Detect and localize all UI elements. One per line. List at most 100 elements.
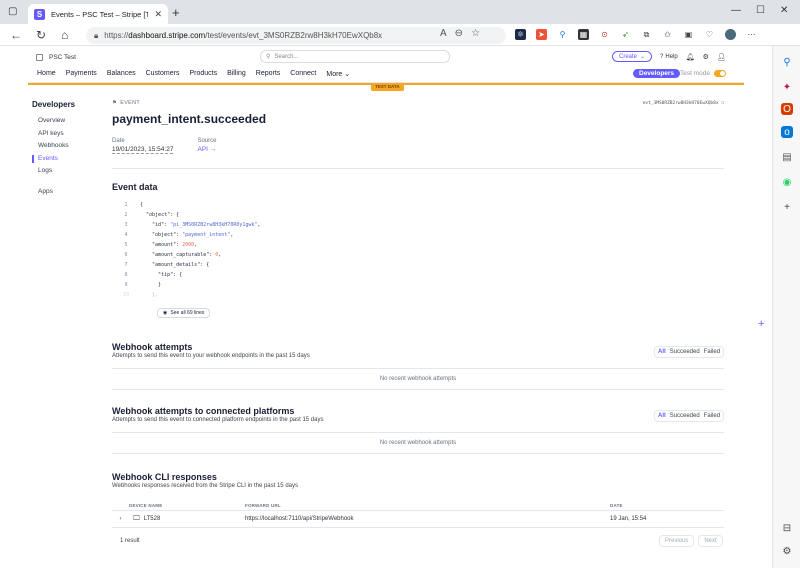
favorite-icon[interactable]: ☆	[471, 28, 480, 39]
chevron-down-icon: ⌄	[640, 54, 646, 60]
tab-title: Events – PSC Test – Stripe [Test]	[51, 9, 149, 19]
search-icon[interactable]: ⚲	[781, 56, 793, 68]
search-placeholder: Search...	[274, 53, 299, 60]
settings-icon[interactable]: ⚙	[703, 53, 709, 61]
response-date: 19 Jan, 15:54	[610, 516, 647, 522]
window-close-icon[interactable]: ✕	[780, 5, 788, 16]
date-label: Date	[112, 138, 125, 144]
back-icon[interactable]: ←	[10, 28, 22, 42]
code-line: 9 }	[112, 280, 442, 290]
nav-reports[interactable]: Reports	[256, 70, 281, 78]
url-prefix: https://	[104, 31, 129, 40]
sidebar-item-events[interactable]: Events	[32, 153, 75, 166]
account-icon	[36, 53, 43, 61]
nav-balances[interactable]: Balances	[107, 70, 136, 78]
new-tab-icon[interactable]: +	[172, 5, 180, 20]
minimize-icon[interactable]: —	[731, 5, 741, 16]
user-icon[interactable]: 👤︎	[717, 53, 726, 61]
developers-button[interactable]: Developers	[633, 69, 681, 78]
sidebar-item-apps[interactable]: Apps	[32, 186, 75, 199]
add-icon[interactable]: +	[781, 201, 793, 213]
pulse-icon[interactable]: ♡	[704, 29, 715, 40]
developers-sidebar: Developers Overview API keys Webhooks Ev…	[32, 100, 75, 198]
see-all-lines-button[interactable]: ◉ See all 69 lines	[157, 308, 211, 318]
collections-icon[interactable]: ▣	[683, 29, 694, 40]
cli-responses-subtitle: Webhooks responses received from the Str…	[112, 483, 298, 489]
source-link[interactable]: API →	[197, 146, 216, 153]
code-punct: ,	[218, 252, 222, 258]
filter-failed[interactable]: Failed	[704, 349, 720, 355]
chevron-down-icon: ⌄	[344, 71, 351, 78]
arrow-extension-icon[interactable]: ➶	[620, 29, 631, 40]
office-icon[interactable]: O	[781, 103, 793, 115]
test-mode-label: Test mode	[680, 70, 710, 77]
filter-all[interactable]: All	[658, 349, 666, 355]
hide-sidebar-icon[interactable]: ⊟	[781, 522, 793, 534]
close-icon[interactable]: ✕	[154, 9, 162, 20]
sidebar-item-webhooks[interactable]: Webhooks	[32, 140, 75, 153]
create-button[interactable]: Create ⌄	[612, 51, 653, 62]
browser-tab[interactable]: S Events – PSC Test – Stripe [Test] ✕	[28, 4, 168, 24]
extension-icon[interactable]: ⊙	[599, 29, 610, 40]
filter-failed[interactable]: Failed	[704, 413, 720, 419]
sidebar-item-logs[interactable]: Logs	[32, 165, 75, 178]
code-line: 2 "object": {	[112, 210, 442, 220]
table-header: DEVICE NAME FORWARD URL DATE	[112, 500, 724, 511]
copilot-icon[interactable]: ✦	[781, 81, 793, 93]
nav-home[interactable]: Home	[37, 70, 56, 78]
code-line: 4 "object": "payment_intent",	[112, 230, 442, 240]
filter-all[interactable]: All	[658, 413, 666, 419]
table-row[interactable]: › 🖵︎ LT528 https://localhost:7110/api/St…	[112, 511, 724, 528]
zoom-icon[interactable]: ⊖	[455, 28, 463, 39]
profile-avatar[interactable]	[725, 29, 736, 40]
swift-icon[interactable]: ➤	[536, 29, 547, 40]
split-screen-icon[interactable]: ⧉	[641, 29, 652, 40]
maximize-icon[interactable]: ☐	[756, 5, 765, 16]
code-text: "object": {	[140, 212, 180, 218]
nav-customers[interactable]: Customers	[146, 70, 180, 78]
account-switcher[interactable]: PSC Test	[36, 53, 76, 61]
favorites-icon[interactable]: ✩	[662, 29, 673, 40]
create-label: Create	[619, 53, 638, 60]
filter-succeeded[interactable]: Succeeded	[670, 349, 700, 355]
event-id[interactable]: evt_3MS0RZB2rw8H3kH70EwXQb8x ❐	[643, 101, 724, 106]
react-devtools-icon[interactable]: ⚛	[515, 29, 526, 40]
refresh-icon[interactable]: ↻	[36, 28, 46, 42]
add-panel-icon[interactable]: +	[758, 318, 764, 330]
help-button[interactable]: ? Help	[660, 54, 678, 60]
games-icon[interactable]: ▤	[781, 151, 793, 163]
cli-responses-table: DEVICE NAME FORWARD URL DATE › 🖵︎ LT528 …	[112, 500, 724, 528]
next-button[interactable]: Next	[698, 535, 723, 547]
sidebar-item-api-keys[interactable]: API keys	[32, 128, 75, 141]
url-path: /test/events/evt_3MS0RZB2rw8H3kH70EwXQb8…	[205, 31, 383, 40]
qr-extension-icon[interactable]: ▦	[578, 29, 589, 40]
code-line: 10 },	[112, 290, 442, 300]
connected-attempts-title: Webhook attempts to connected platforms	[112, 406, 295, 416]
magnifier-extension-icon[interactable]: ⚲	[557, 29, 568, 40]
code-string: "payment_intent"	[182, 232, 231, 238]
event-kicker: EVENT	[120, 100, 141, 106]
nav-products[interactable]: Products	[189, 70, 217, 78]
see-all-label: See all 69 lines	[170, 310, 205, 316]
device-name: LT528	[143, 516, 161, 522]
code-key: "id":	[140, 222, 171, 228]
chevron-right-icon[interactable]: ›	[112, 516, 129, 522]
nav-more[interactable]: More ⌄	[326, 70, 350, 78]
outlook-icon[interactable]: o	[781, 126, 793, 138]
previous-button[interactable]: Previous	[659, 535, 695, 547]
nav-payments[interactable]: Payments	[66, 70, 97, 78]
tab-actions-icon[interactable]: ▢	[8, 6, 20, 18]
notifications-icon[interactable]: 🔔︎	[686, 53, 695, 61]
home-icon[interactable]: ⌂	[61, 28, 68, 42]
webhook-attempts-filter: All Succeeded Failed	[654, 346, 725, 358]
settings-icon[interactable]: ⚙	[781, 545, 793, 557]
sidebar-item-overview[interactable]: Overview	[32, 115, 75, 128]
test-mode-toggle[interactable]: Test mode	[680, 70, 726, 77]
more-icon[interactable]: ⋯	[746, 29, 757, 40]
nav-billing[interactable]: Billing	[227, 70, 246, 78]
search-input[interactable]: ⚲ Search...	[260, 50, 450, 63]
read-aloud-icon[interactable]: A	[440, 28, 447, 39]
nav-connect[interactable]: Connect	[290, 70, 316, 78]
whatsapp-icon[interactable]: ◉	[781, 176, 793, 188]
filter-succeeded[interactable]: Succeeded	[670, 413, 700, 419]
